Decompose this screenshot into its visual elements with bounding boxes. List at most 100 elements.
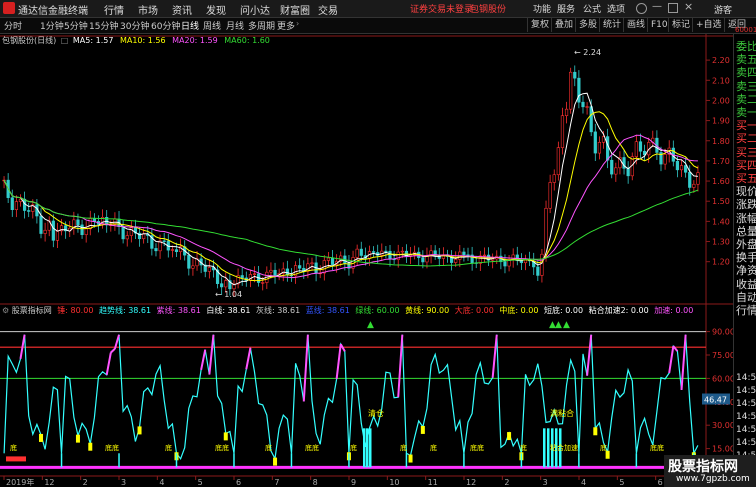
indicator-gear-icon[interactable]: ⚙ — [2, 306, 9, 315]
candle-body — [692, 183, 696, 188]
chevron-right-icon[interactable]: › — [296, 19, 299, 28]
candle-body — [589, 106, 593, 133]
menu-ask[interactable]: 问小达 — [240, 2, 270, 17]
yellow-bar — [137, 426, 142, 435]
yellow-bar — [75, 434, 80, 443]
minimize-icon[interactable]: — — [652, 1, 662, 12]
candle-body — [252, 273, 257, 275]
candle-body — [606, 136, 610, 161]
candle-body — [326, 257, 331, 261]
candle-body — [556, 147, 560, 176]
menu-trade[interactable]: 交易 — [318, 2, 338, 17]
up-arrow-icon: ▲ — [563, 320, 570, 330]
accel-segment — [110, 347, 116, 354]
date-tick-label: 6 — [658, 478, 663, 487]
menu-options[interactable]: 选项 — [607, 2, 625, 15]
candle-body — [359, 248, 363, 256]
period-more[interactable]: 更多 — [277, 19, 295, 32]
tick-time: 14:53 — [736, 425, 756, 435]
ma5-line — [3, 92, 698, 286]
candle-body — [585, 106, 589, 108]
ma-legend-title: 包钢股份(日线) — [2, 36, 57, 45]
period-weekly[interactable]: 周线 — [203, 19, 221, 32]
candle-body — [371, 251, 376, 253]
period-15min[interactable]: 15分钟 — [89, 19, 118, 32]
period-multi[interactable]: 多周期 — [248, 19, 275, 32]
ma-legend: 包钢股份(日线) □ MA5: 1.57 MA10: 1.56 MA20: 1.… — [2, 35, 270, 46]
accel-segment — [680, 334, 687, 391]
candle-body — [224, 280, 228, 288]
tick-time: 14:54 — [736, 438, 756, 448]
menu-news[interactable]: 资讯 — [172, 2, 192, 17]
accel-segment — [668, 346, 675, 374]
stock-chart[interactable]: 2.20 2.10 2.00 1.90 1.80 1.70 1.60 1.50 1.40 1.30… — [0, 34, 733, 487]
multi-stock-button[interactable]: 多股 — [575, 18, 600, 32]
menu-quotes[interactable]: 行情 — [104, 2, 124, 17]
candle-body — [614, 167, 618, 175]
accel-segment — [208, 334, 215, 375]
ind-trend: 趋势线: 38.61 — [98, 306, 152, 315]
period-1min[interactable]: 1分钟 — [40, 19, 64, 32]
yellow-bar — [273, 457, 278, 466]
overlay-button[interactable]: 叠加 — [551, 18, 576, 32]
candle-body — [207, 267, 211, 272]
accel-segment — [586, 334, 593, 376]
candle-body — [688, 171, 692, 188]
candle-body — [388, 250, 392, 260]
login-status[interactable]: 证券交易未登录 — [410, 2, 473, 15]
period-5min[interactable]: 5分钟 — [64, 19, 88, 32]
candle-body — [597, 142, 602, 154]
period-toolbar: 分时 1分钟 5分钟 15分钟 30分钟 60分钟 日线 周线 月线 多周期 更… — [0, 18, 756, 34]
menu-wealth[interactable]: 财富圈 — [280, 2, 310, 17]
candle-body — [675, 160, 680, 171]
menu-formula[interactable]: 公式 — [583, 2, 601, 15]
watermark-title: 股票指标网 — [668, 459, 738, 475]
date-tick-label: 12 — [44, 478, 54, 487]
bottom-label: 底底 — [305, 443, 319, 452]
price-tick-label: 2.20 — [712, 56, 730, 65]
date-tick-label: 10 — [389, 478, 399, 487]
ind-tick-label: 75.00 — [712, 351, 733, 360]
ind-big-bottom: 大底: 0.00 — [454, 306, 494, 315]
period-daily[interactable]: 日线 — [181, 19, 199, 32]
bottom-signal-labels: 底底底底底底底底底底底底底底底粘合加速底底底 — [6, 443, 664, 462]
statistics-button[interactable]: 统计 — [599, 18, 624, 32]
maximize-icon[interactable] — [668, 3, 678, 13]
ind-tick-label: 90.00 — [712, 328, 733, 337]
period-monthly[interactable]: 月线 — [226, 19, 244, 32]
add-favorite-button[interactable]: +自选 — [692, 18, 725, 32]
guest-label[interactable]: 游客 — [714, 3, 732, 16]
period-tick[interactable]: 分时 — [4, 19, 22, 32]
user-icon[interactable] — [636, 3, 647, 14]
close-icon[interactable]: × — [684, 0, 693, 13]
menu-function[interactable]: 功能 — [533, 2, 551, 15]
candle-body — [220, 283, 224, 288]
merge-bar — [369, 428, 372, 468]
indicator-title[interactable]: 股票指标网 — [12, 306, 52, 315]
current-value: 46.47 — [704, 396, 727, 405]
menu-market[interactable]: 市场 — [138, 2, 158, 17]
candle-body — [421, 257, 425, 263]
mark-button[interactable]: 标记 — [668, 18, 693, 32]
date-tick-label: 2 — [504, 478, 509, 487]
candle-body — [564, 108, 569, 117]
ma20-label: MA20: 1.59 — [172, 36, 218, 45]
candle-body — [310, 262, 314, 265]
draw-line-button[interactable]: 画线 — [623, 18, 648, 32]
candle-body — [51, 220, 55, 241]
candle-body — [679, 165, 684, 171]
menu-discover[interactable]: 发现 — [206, 2, 226, 17]
date-tick-label: 4 — [581, 478, 586, 487]
period-30min[interactable]: 30分钟 — [120, 19, 149, 32]
ind-short-bottom: 短底: 0.00 — [543, 306, 584, 315]
adjust-button[interactable]: 复权 — [527, 18, 552, 32]
ind-green: 绿线: 60.00 — [355, 306, 400, 315]
period-60min[interactable]: 60分钟 — [151, 19, 180, 32]
candle-body — [43, 229, 47, 234]
candle-body — [540, 253, 544, 276]
yellow-bar — [223, 432, 228, 441]
candle-body — [121, 226, 125, 240]
menu-service[interactable]: 服务 — [557, 2, 575, 15]
app-logo-icon — [3, 2, 15, 14]
ind-merge: 粘合加速2: 0.00 — [588, 306, 649, 315]
